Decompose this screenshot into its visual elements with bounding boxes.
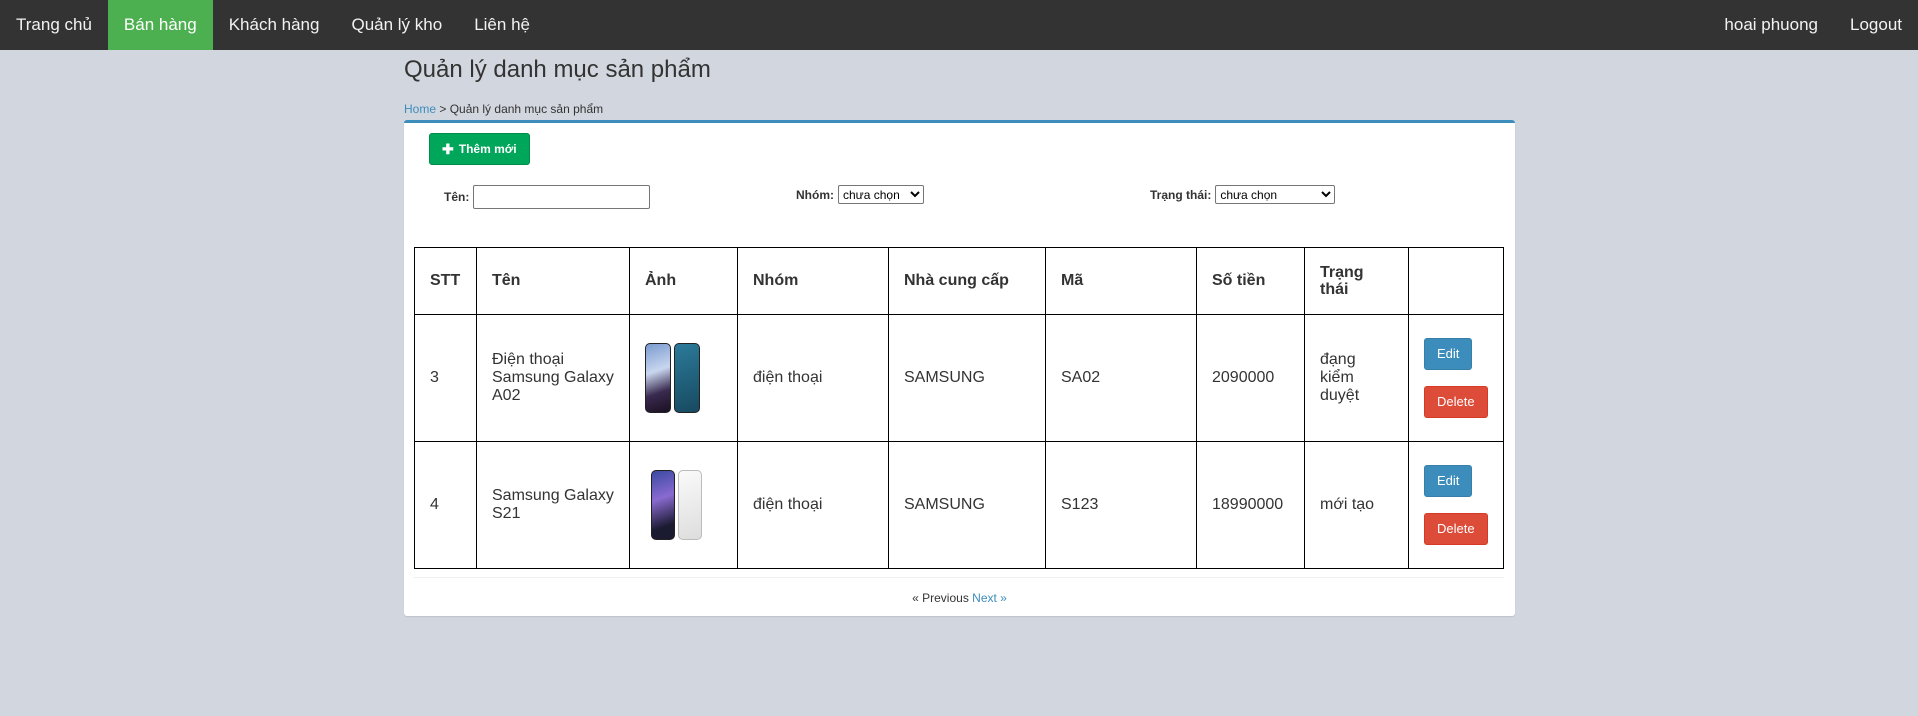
filter-name: Tên:: [444, 185, 651, 209]
nav-item-quan-ly-kho[interactable]: Quản lý kho: [335, 0, 458, 50]
filter-status-label: Trạng thái:: [1150, 187, 1212, 202]
phone-back-icon: [678, 470, 702, 540]
cell-stt: 4: [414, 441, 477, 569]
cell-name: Điện thoại Samsung Galaxy A02: [476, 314, 630, 442]
top-navbar: Trang chủ Bán hàng Khách hàng Quản lý kh…: [0, 0, 1918, 50]
phone-front-icon: [651, 470, 675, 540]
breadcrumb: Home > Quản lý danh mục sản phẩm: [404, 102, 1515, 116]
table-row: 3 Điện thoại Samsung Galaxy A02 điện tho…: [414, 314, 1504, 442]
cell-stt: 3: [414, 314, 477, 442]
header-name: Tên: [476, 247, 630, 315]
cell-status: đạng kiểm duyệt: [1304, 314, 1409, 442]
phone-front-icon: [645, 343, 671, 413]
cell-code: SA02: [1045, 314, 1197, 442]
pager-previous[interactable]: « Previous: [912, 591, 969, 605]
header-price: Số tiền: [1196, 247, 1305, 315]
user-name-link[interactable]: hoai phuong: [1708, 0, 1834, 50]
breadcrumb-home-link[interactable]: Home: [404, 102, 436, 116]
edit-button[interactable]: Edit: [1424, 465, 1473, 497]
add-new-button[interactable]: ✚ Thêm mới: [429, 133, 530, 165]
main-content: Quản lý danh mục sản phẩm Home > Quản lý…: [404, 50, 1515, 616]
cell-status: mới tạo: [1304, 441, 1409, 569]
logout-link[interactable]: Logout: [1834, 0, 1918, 50]
product-image: [645, 470, 722, 540]
table-header-row: STT Tên Ảnh Nhóm Nhà cung cấp Mã Số tiền…: [414, 247, 1504, 315]
name-search-input[interactable]: [473, 185, 651, 209]
cell-image: [629, 441, 738, 569]
phone-back-icon: [674, 343, 700, 413]
nav-item-lien-he[interactable]: Liên hệ: [458, 0, 546, 50]
cell-price: 2090000: [1196, 314, 1305, 442]
nav-item-ban-hang[interactable]: Bán hàng: [107, 0, 213, 50]
nav-item-trang-chu[interactable]: Trang chủ: [0, 0, 108, 50]
cell-image: [629, 314, 738, 442]
header-image: Ảnh: [629, 247, 738, 315]
breadcrumb-current: Quản lý danh mục sản phẩm: [449, 102, 604, 116]
cell-actions: Edit Delete: [1408, 441, 1504, 569]
header-group: Nhóm: [737, 247, 889, 315]
add-new-label: Thêm mới: [458, 142, 517, 156]
filter-status: Trạng thái: chưa chọn: [1150, 185, 1336, 204]
table-row: 4 Samsung Galaxy S21 điện thoại SAMSUNG …: [414, 441, 1504, 569]
cell-name: Samsung Galaxy S21: [476, 441, 630, 569]
filter-group: Nhóm: chưa chọn: [796, 185, 924, 204]
cell-supplier: SAMSUNG: [888, 441, 1046, 569]
header-code: Mã: [1045, 247, 1197, 315]
cell-price: 18990000: [1196, 441, 1305, 569]
filter-group-label: Nhóm:: [796, 187, 834, 202]
header-actions: [1408, 247, 1504, 315]
cell-supplier: SAMSUNG: [888, 314, 1046, 442]
breadcrumb-separator: >: [436, 102, 450, 116]
cell-code: S123: [1045, 441, 1197, 569]
product-list-box: ✚ Thêm mới Tên: Nhóm: chưa chọn Trạng th…: [404, 120, 1515, 616]
nav-right: hoai phuong Logout: [1708, 0, 1918, 50]
edit-button[interactable]: Edit: [1424, 338, 1473, 370]
nav-left: Trang chủ Bán hàng Khách hàng Quản lý kh…: [0, 0, 546, 50]
pager-divider: [414, 577, 1504, 578]
cell-group: điện thoại: [737, 314, 889, 442]
header-status: Trạng thái: [1304, 247, 1409, 315]
plus-icon: ✚: [442, 140, 454, 157]
delete-button[interactable]: Delete: [1424, 386, 1488, 418]
header-stt: STT: [414, 247, 477, 315]
filter-name-label: Tên:: [444, 190, 470, 204]
group-select[interactable]: chưa chọn: [838, 185, 924, 204]
pagination: « Previous Next »: [404, 591, 1515, 605]
cell-actions: Edit Delete: [1408, 314, 1504, 442]
pager-next[interactable]: Next »: [972, 591, 1007, 605]
page-title: Quản lý danh mục sản phẩm: [404, 56, 711, 83]
product-image: [645, 343, 722, 413]
delete-button[interactable]: Delete: [1424, 513, 1488, 545]
nav-item-khach-hang[interactable]: Khách hàng: [213, 0, 336, 50]
product-table: STT Tên Ảnh Nhóm Nhà cung cấp Mã Số tiền…: [414, 247, 1504, 569]
status-select[interactable]: chưa chọn: [1215, 185, 1336, 204]
cell-group: điện thoại: [737, 441, 889, 569]
header-supplier: Nhà cung cấp: [888, 247, 1046, 315]
